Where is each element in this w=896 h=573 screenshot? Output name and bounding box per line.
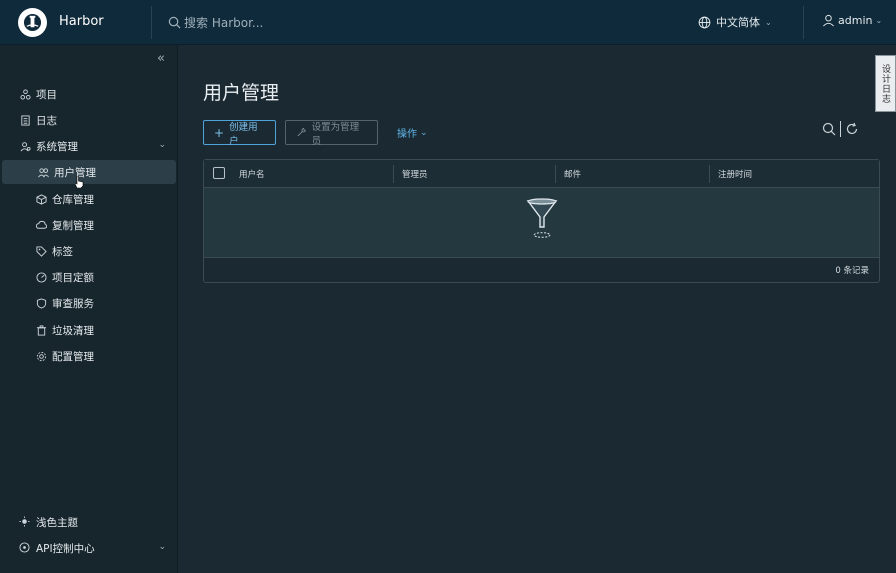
select-all-checkbox[interactable] (213, 167, 225, 179)
sidebar-item-label: 配置管理 (52, 350, 94, 363)
sidebar-item-label: 日志 (36, 114, 57, 127)
chevron-down-icon: ⌄ (158, 542, 166, 552)
shield-icon (35, 297, 47, 309)
operations-label: 操作 (397, 129, 417, 140)
global-search[interactable]: 搜索 Harbor... (168, 14, 263, 31)
sidebar-item-label: 项目 (36, 88, 57, 101)
plus-icon: + (214, 125, 225, 140)
table-header: 用户名 管理员 邮件 注册时间 (204, 160, 879, 188)
create-user-label: 创建用户 (229, 121, 258, 147)
tag-icon (35, 245, 47, 257)
sidebar-item-theme[interactable]: 浅色主题 (0, 510, 178, 534)
column-header-created[interactable]: 注册时间 (710, 160, 879, 188)
sidebar-item-label: 系统管理 (36, 140, 78, 153)
sidebar-item-labels[interactable]: 标签 (0, 239, 178, 263)
table-body-empty (204, 188, 879, 258)
collapse-sidebar-icon[interactable]: « (157, 51, 165, 66)
sidebar-item-label: 复制管理 (52, 219, 94, 232)
sidebar-item-logs[interactable]: 日志 (0, 108, 178, 132)
sidebar-item-label: 项目定额 (52, 271, 94, 284)
chevron-down-icon: ⌄ (765, 17, 772, 27)
record-count: 0 条记录 (835, 266, 869, 276)
api-icon (19, 542, 31, 554)
column-header-email[interactable]: 邮件 (556, 160, 709, 188)
sidebar-item-gc[interactable]: 垃圾清理 (0, 318, 178, 342)
header-divider (803, 6, 804, 39)
create-user-button[interactable]: + 创建用户 (203, 120, 276, 147)
feedback-tab[interactable]: 设计日志 (875, 55, 896, 112)
projects-icon (19, 88, 31, 100)
chevron-down-icon: ⌄ (875, 16, 883, 25)
chevron-down-icon: ⌄ (420, 127, 428, 138)
set-admin-button[interactable]: 设置为管理员 (285, 120, 378, 147)
gear-icon (35, 350, 47, 362)
column-header-username[interactable]: 用户名 (231, 160, 393, 188)
logs-icon (19, 114, 31, 126)
wrench-icon (297, 127, 306, 137)
grid-tools (822, 121, 859, 137)
brand-name[interactable]: Harbor (59, 14, 104, 29)
chevron-down-icon: ⌄ (158, 140, 166, 150)
page-title: 用户管理 (203, 82, 280, 104)
tool-divider (840, 121, 841, 137)
sidebar-item-label: 标签 (52, 245, 73, 258)
sidebar-item-replications[interactable]: 复制管理 (0, 213, 178, 237)
operations-dropdown[interactable]: 操作 ⌄ (397, 120, 428, 145)
language-label: 中文简体 (716, 16, 760, 29)
admin-icon (19, 140, 31, 152)
globe-icon (698, 16, 711, 28)
language-selector[interactable]: 中文简体 ⌄ (698, 14, 772, 30)
sidebar-item-label: API控制中心 (36, 542, 95, 555)
trash-icon (35, 324, 47, 336)
sidebar-item-quotas[interactable]: 项目定额 (0, 265, 178, 289)
refresh-icon[interactable] (845, 122, 859, 136)
sidebar-item-label: 审查服务 (52, 297, 94, 310)
sidebar: « 项目 日志 系统管理 ⌄ 用户管理 仓库管理 复制管理 标签 项目定额 审查… (0, 45, 178, 573)
search-input[interactable]: 搜索 Harbor... (184, 14, 263, 31)
sidebar-item-admin[interactable]: 系统管理 ⌄ (0, 134, 178, 158)
users-icon (37, 166, 49, 178)
username: admin (838, 14, 873, 27)
empty-funnel-icon (526, 198, 558, 238)
pointer-cursor-icon (74, 176, 84, 188)
sidebar-item-api[interactable]: API控制中心 ⌄ (0, 536, 178, 560)
sidebar-item-projects[interactable]: 项目 (0, 82, 178, 106)
registry-icon (35, 193, 47, 205)
sidebar-item-config[interactable]: 配置管理 (0, 344, 178, 368)
sun-icon (19, 516, 31, 528)
search-icon (168, 16, 181, 29)
harbor-logo-icon[interactable] (18, 8, 47, 37)
set-admin-label: 设置为管理员 (311, 121, 360, 147)
user-icon (823, 14, 834, 27)
column-header-admin[interactable]: 管理员 (394, 160, 555, 188)
users-datagrid: 用户名 管理员 邮件 注册时间 0 条记录 (203, 159, 880, 283)
sidebar-item-interrogation[interactable]: 审查服务 (0, 291, 178, 315)
sidebar-item-registries[interactable]: 仓库管理 (0, 187, 178, 211)
quota-icon (35, 271, 47, 283)
app-header: Harbor 搜索 Harbor... 中文简体 ⌄ admin ⌄ (0, 0, 896, 45)
sidebar-item-label: 浅色主题 (36, 516, 78, 529)
sidebar-item-users[interactable]: 用户管理 (2, 160, 176, 184)
search-icon[interactable] (822, 122, 836, 136)
sidebar-item-label: 垃圾清理 (52, 324, 94, 337)
replication-icon (35, 219, 47, 231)
header-divider (151, 6, 152, 39)
sidebar-item-label: 仓库管理 (52, 193, 94, 206)
user-menu[interactable]: admin ⌄ (822, 14, 882, 27)
